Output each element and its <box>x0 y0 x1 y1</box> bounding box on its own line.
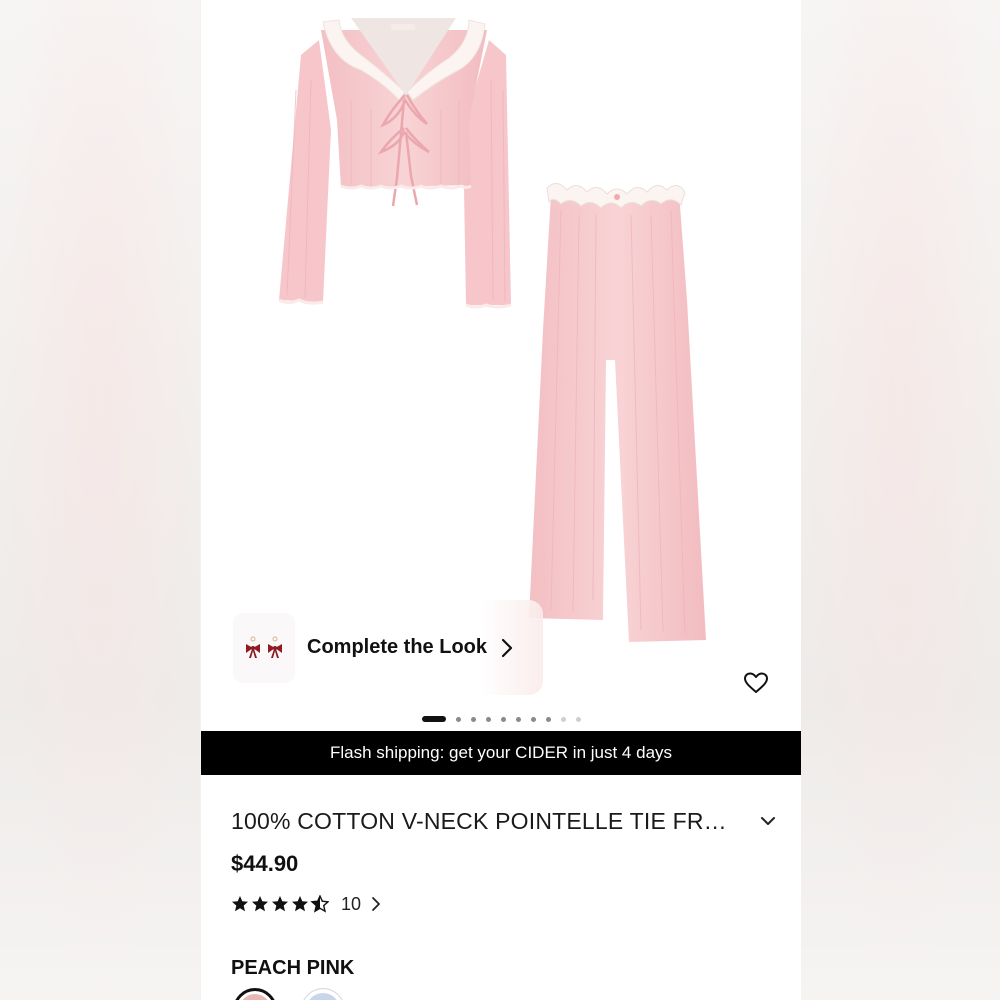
chevron-right-icon <box>371 896 381 912</box>
selected-color-name: PEACH PINK <box>231 957 355 979</box>
star-icon <box>232 896 248 912</box>
bow-icon <box>246 636 282 658</box>
pagination-dot[interactable] <box>485 716 491 722</box>
chevron-right-icon <box>501 638 513 658</box>
bow-earrings-thumbnail <box>233 612 295 683</box>
pagination-dot-active[interactable] <box>421 716 446 722</box>
wishlist-button[interactable] <box>733 660 779 706</box>
background-blur-right <box>800 0 1000 1000</box>
pointelle-pants <box>529 183 706 642</box>
star-rating <box>231 895 329 913</box>
pagination-dot[interactable] <box>515 716 521 722</box>
product-title: 100% COTTON V-NECK POINTELLE TIE FR… <box>231 807 727 834</box>
star-icon <box>252 896 268 912</box>
color-swatch-light-blue[interactable] <box>301 988 345 1000</box>
star-icon <box>292 896 308 912</box>
product-title-row[interactable]: 100% COTTON V-NECK POINTELLE TIE FR… <box>231 806 776 836</box>
color-swatch-peach-pink[interactable] <box>233 988 277 1000</box>
shipping-banner: Flash shipping: get your CIDER in just 4… <box>201 731 801 775</box>
product-page: Complete the Look Flash shipping: get yo… <box>201 0 801 1000</box>
pagination-dot[interactable] <box>455 716 461 722</box>
shipping-banner-text: Flash shipping: get your CIDER in just 4… <box>329 743 673 762</box>
pagination-dot[interactable] <box>575 716 581 722</box>
pagination-dot[interactable] <box>530 716 536 722</box>
heart-icon <box>744 672 768 693</box>
chevron-down-icon[interactable] <box>746 816 776 826</box>
pagination-dot[interactable] <box>560 716 566 722</box>
pagination-dot[interactable] <box>545 716 551 722</box>
cardigan-top <box>278 18 512 309</box>
background-blur-left <box>0 0 200 1000</box>
rating-count: 10 <box>341 893 362 914</box>
star-icon <box>272 896 288 912</box>
pagination-dot[interactable] <box>470 716 476 722</box>
gallery-pagination <box>201 714 801 724</box>
product-price: $44.90 <box>231 851 299 876</box>
pagination-dot[interactable] <box>500 716 506 722</box>
complete-the-look-label: Complete the Look <box>307 636 488 658</box>
product-image-gallery[interactable]: Complete the Look <box>201 0 801 730</box>
rating-summary[interactable]: 10 <box>231 892 381 916</box>
complete-the-look-card[interactable]: Complete the Look <box>231 600 543 695</box>
